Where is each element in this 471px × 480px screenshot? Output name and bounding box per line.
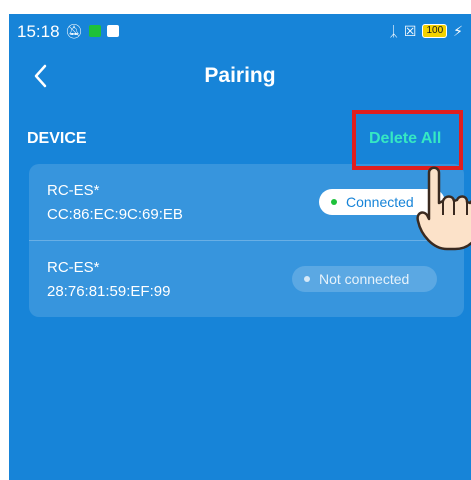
device-name: RC-ES*: [47, 259, 100, 276]
status-badge-not-connected: Not connected: [292, 266, 437, 292]
device-row[interactable]: RC-ES* CC:86:EC:9C:69:EB Connected: [29, 164, 464, 240]
section-label-device: DEVICE: [27, 130, 87, 147]
status-time: 15:18: [17, 22, 60, 41]
green-app-icon: [88, 25, 101, 37]
status-label: Not connected: [319, 271, 410, 287]
phone-screen: 15:18 🔕︎ ᛣ ☒ 100 ⚡︎ Pairing DEVICE Delet…: [9, 14, 471, 480]
status-dot-icon: [304, 276, 310, 282]
device-name: RC-ES*: [47, 182, 100, 199]
status-label: Connected: [346, 194, 414, 210]
status-right-icons: ᛣ ☒ 100 ⚡︎: [390, 23, 464, 39]
notification-icon: [106, 25, 119, 37]
page-title: Pairing: [204, 64, 276, 87]
mute-vibrate-icon: 🔕︎: [65, 23, 83, 39]
battery-icon: 100: [422, 24, 448, 38]
device-mac-address: CC:86:EC:9C:69:EB: [47, 206, 183, 223]
pointing-hand-icon: [416, 166, 471, 251]
header: Pairing: [9, 54, 471, 98]
status-bar: 15:18 🔕︎ ᛣ ☒ 100 ⚡︎: [9, 14, 471, 48]
status-dot-icon: [331, 199, 337, 205]
bluetooth-icon: ᛣ: [389, 23, 398, 39]
device-row[interactable]: RC-ES* 28:76:81:59:EF:99 Not connected: [29, 240, 464, 317]
status-left-icons: 🔕︎: [65, 23, 119, 39]
sim-x-icon: ☒: [403, 23, 417, 39]
device-mac-address: 28:76:81:59:EF:99: [47, 283, 171, 300]
device-list: RC-ES* CC:86:EC:9C:69:EB Connected RC-ES…: [29, 164, 464, 317]
charging-icon: ⚡︎: [453, 23, 463, 39]
